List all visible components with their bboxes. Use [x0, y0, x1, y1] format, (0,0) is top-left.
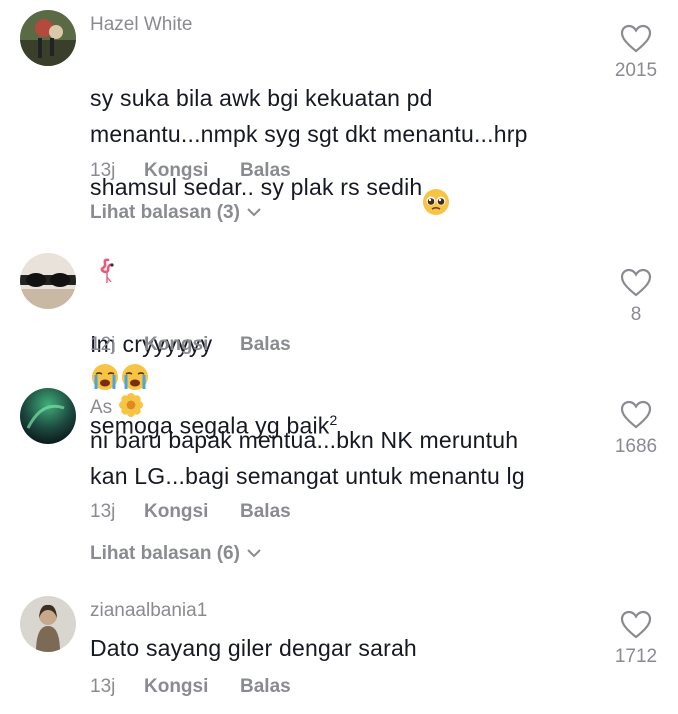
flower-icon [118, 392, 144, 424]
username-text[interactable]: As [90, 397, 112, 419]
comment-username[interactable]: zianaalbania1 [90, 600, 207, 622]
heart-outline-icon[interactable] [620, 24, 652, 54]
pleading-face-emoji [422, 152, 450, 226]
avatar[interactable] [20, 10, 76, 66]
comment-time: 13j [90, 501, 116, 522]
share-button[interactable]: Kongsi [144, 160, 240, 182]
comment-meta: 13j Kongsi Balas [90, 676, 291, 698]
comment-username[interactable]: As [90, 392, 144, 424]
like-button[interactable]: 8 [604, 268, 668, 326]
chevron-down-icon [246, 543, 262, 565]
avatar[interactable] [20, 388, 76, 444]
like-button[interactable]: 2015 [604, 24, 668, 82]
share-button[interactable]: Kongsi [144, 501, 240, 523]
reply-button[interactable]: Balas [240, 160, 291, 182]
comment-text: Dato sayang giler dengar sarah [90, 635, 417, 661]
like-count: 8 [630, 304, 642, 325]
view-replies-label[interactable]: Lihat balasan (6) [90, 543, 240, 565]
view-replies-label[interactable]: Lihat balasan (3) [90, 202, 240, 224]
heart-outline-icon[interactable] [620, 610, 652, 640]
comment-meta: 13j Kongsi Balas [90, 160, 291, 182]
comment-time: 13j [90, 676, 116, 697]
comment-text: Im cryyyyyy semoga segala yg baik2 [90, 290, 590, 444]
like-button[interactable]: 1712 [604, 610, 668, 668]
like-count: 1686 [614, 436, 658, 457]
like-count: 2015 [614, 60, 658, 81]
heart-outline-icon[interactable] [620, 268, 652, 298]
chevron-down-icon [246, 202, 262, 224]
comment-time: 13j [90, 160, 116, 181]
like-button[interactable]: 1686 [604, 400, 668, 458]
reply-button[interactable]: Balas [240, 334, 291, 356]
heart-outline-icon[interactable] [620, 400, 652, 430]
flamingo-icon [96, 256, 120, 290]
comment-meta: 12j Kongsi Balas [90, 334, 291, 356]
comment-text-body: sy suka bila awk bgi kekuatan pd menantu… [90, 85, 528, 201]
username-text[interactable]: zianaalbania1 [90, 600, 207, 622]
share-button[interactable]: Kongsi [144, 676, 240, 698]
view-replies-button[interactable]: Lihat balasan (3) [90, 202, 262, 224]
avatar[interactable] [20, 596, 76, 652]
comment-text: ni baru bapak mentua...bkn NK meruntuh k… [90, 427, 525, 489]
reply-button[interactable]: Balas [240, 676, 291, 698]
share-button[interactable]: Kongsi [144, 334, 240, 356]
comment-time: 12j [90, 334, 116, 355]
comment-username[interactable] [90, 256, 120, 290]
avatar[interactable] [20, 253, 76, 309]
reply-button[interactable]: Balas [240, 501, 291, 523]
comment-username[interactable]: Hazel White [90, 14, 192, 36]
username-text[interactable]: Hazel White [90, 14, 192, 36]
view-replies-button[interactable]: Lihat balasan (6) [90, 543, 262, 565]
comment-text: sy suka bila awk bgi kekuatan pd menantu… [90, 44, 590, 226]
like-count: 1712 [614, 646, 658, 667]
comment-meta: 13j Kongsi Balas [90, 501, 291, 523]
